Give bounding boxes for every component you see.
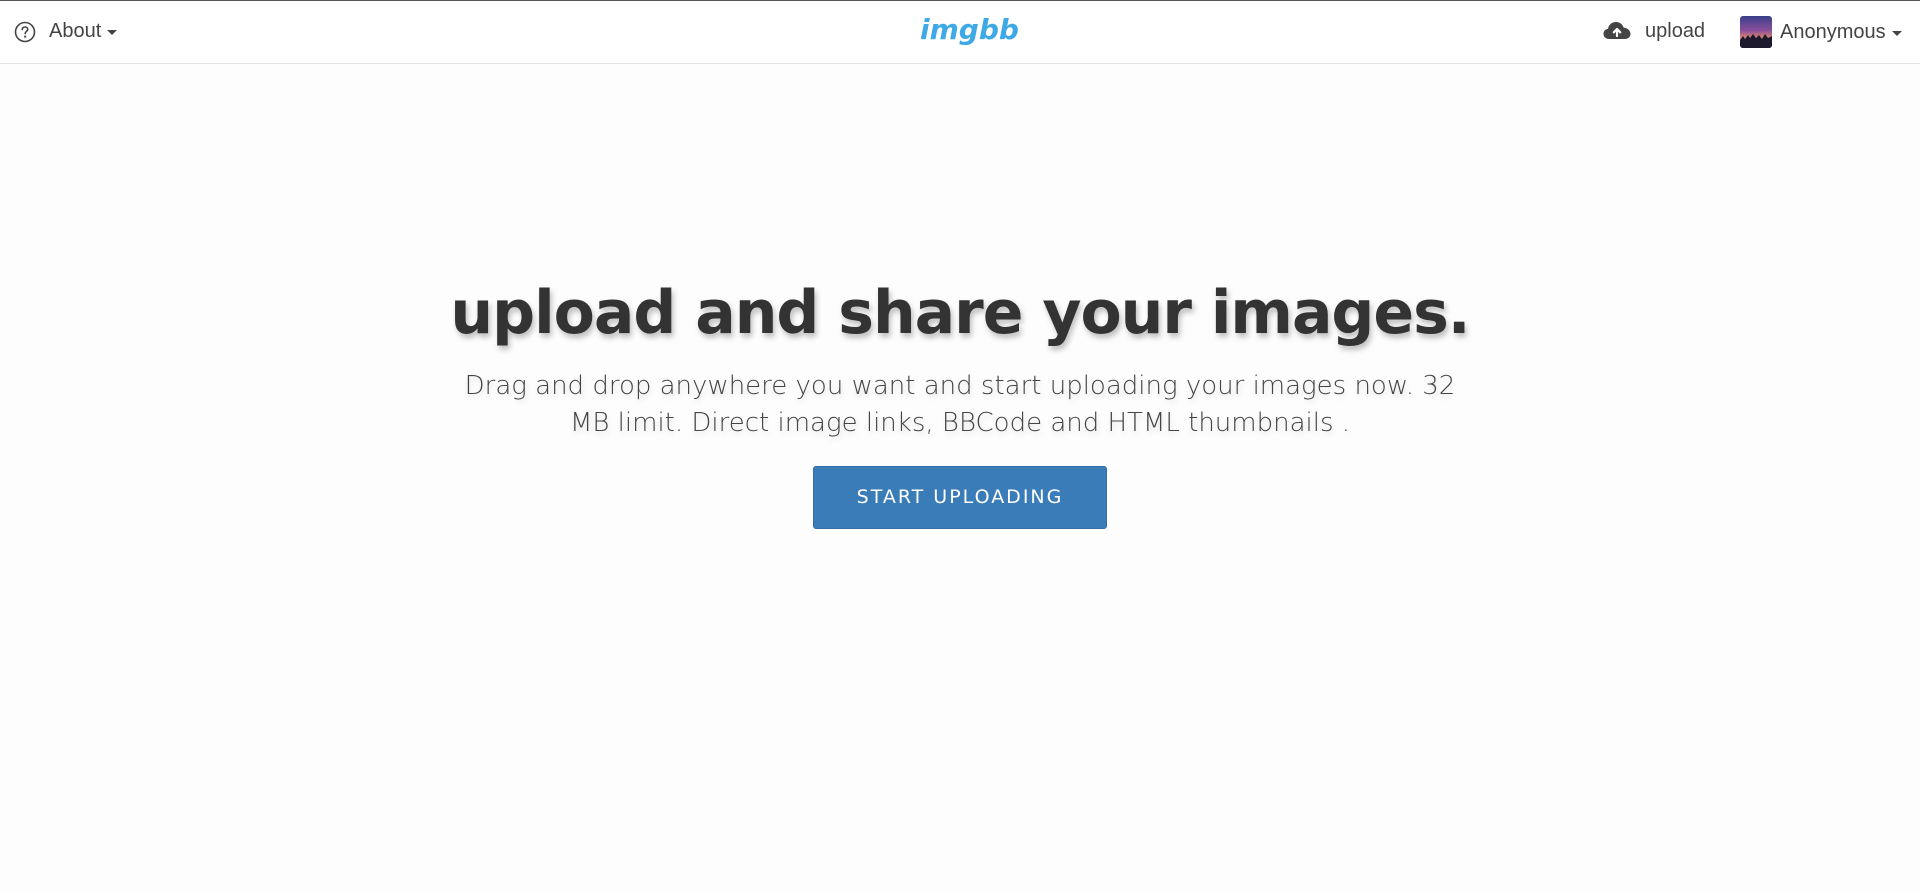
hero-subtitle: Drag and drop anywhere you want and star… (464, 371, 1456, 438)
top-navbar: About imgbb upload Anonymous (0, 0, 1920, 64)
user-label: Anonymous (1780, 20, 1886, 43)
imgbb-logo[interactable]: imgbb (920, 13, 1019, 46)
start-uploading-button[interactable]: START UPLOADING (813, 466, 1107, 529)
help-circle-icon (14, 21, 36, 43)
caret-down-icon (1891, 30, 1902, 36)
user-menu[interactable]: Anonymous (1740, 16, 1902, 48)
upload-label: upload (1645, 19, 1706, 42)
hero-title: upload and share your images. (450, 278, 1470, 348)
hero-section: upload and share your images. Drag and d… (0, 270, 1920, 529)
avatar (1740, 16, 1772, 48)
upload-link[interactable]: upload (1602, 19, 1705, 43)
cloud-upload-icon (1602, 19, 1632, 43)
caret-down-icon (107, 30, 118, 35)
about-label: About (49, 20, 102, 42)
about-menu[interactable]: About (14, 20, 118, 43)
